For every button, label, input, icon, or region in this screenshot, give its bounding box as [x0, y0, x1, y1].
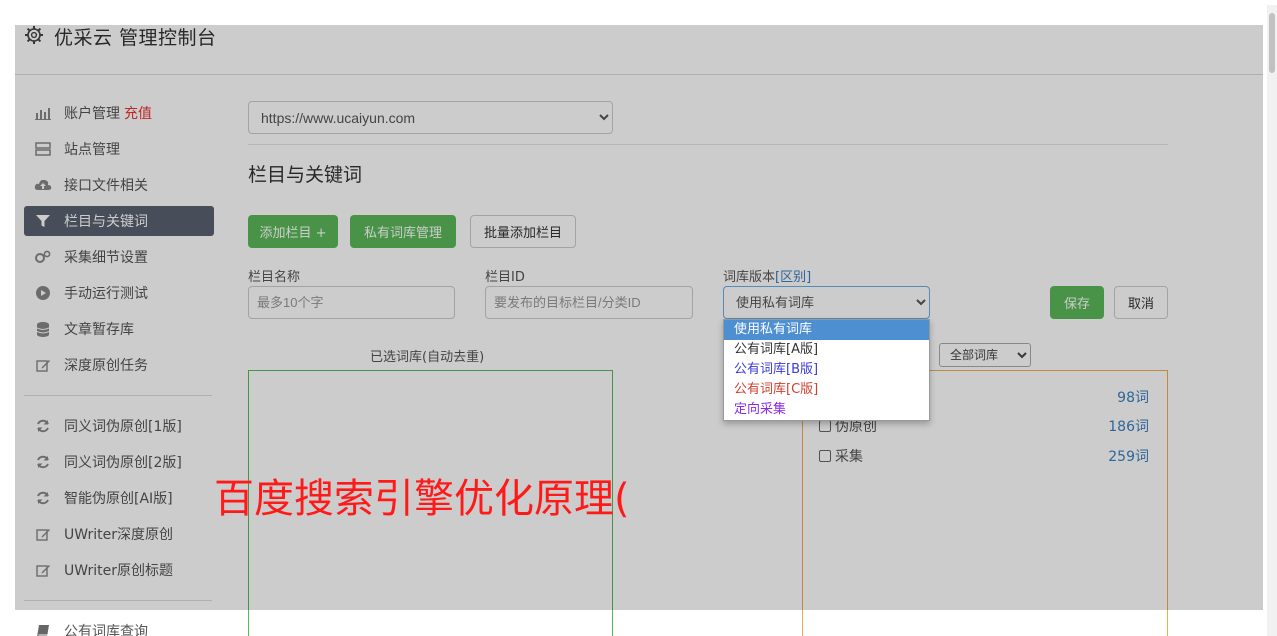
sidebar-item-article-store[interactable]: 文章暂存库 [24, 311, 214, 347]
version-option-directed[interactable]: 定向采集 [724, 400, 929, 420]
refresh-icon [34, 453, 52, 471]
add-column-button[interactable]: 添加栏目 + [248, 215, 338, 248]
version-option-c[interactable]: 公有词库[C版] [724, 380, 929, 400]
sidebar-item-manual-run[interactable]: 手动运行测试 [24, 275, 214, 311]
column-name-label: 栏目名称 [248, 270, 301, 285]
version-select[interactable]: 使用私有词库 [723, 286, 930, 319]
edit-icon [34, 356, 52, 374]
sidebar-item-uwriter-title[interactable]: UWriter原创标题 [24, 552, 214, 588]
book-icon [34, 622, 52, 636]
version-option-b[interactable]: 公有词库[B版] [724, 360, 929, 380]
column-name-input[interactable] [248, 286, 455, 319]
sidebar-item-label: 站点管理 [64, 142, 120, 158]
sidebar-item-collect-settings[interactable]: 采集细节设置 [24, 239, 214, 275]
sidebar-item-label: 手动运行测试 [64, 286, 148, 302]
version-dropdown-list[interactable]: 使用私有词库 公有词库[A版] 公有词库[B版] 公有词库[C版] 定向采集 [723, 319, 930, 421]
recharge-link[interactable]: 充值 [124, 103, 152, 123]
column-id-input[interactable] [485, 286, 693, 319]
console-panel: 优采云 管理控制台 账户管理 充值 站点管理 接口文件相关 栏目与关键词 采集细… [15, 5, 1263, 636]
sidebar-item-columns[interactable]: 栏目与关键词 [24, 206, 214, 236]
scrollbar-thumb[interactable] [1269, 13, 1275, 73]
lib-count: 98词 [1117, 390, 1149, 406]
server-icon [34, 140, 52, 158]
site-select[interactable]: https://www.ucaiyun.com [248, 101, 613, 134]
scrollbar[interactable] [1267, 5, 1277, 636]
sidebar-divider [24, 395, 212, 396]
sidebar-item-synonym-v2[interactable]: 同义词伪原创[2版] [24, 444, 214, 480]
version-label: 词库版本[区别] [723, 266, 811, 285]
sidebar-item-label: 账户管理 [64, 106, 120, 122]
section-title: 栏目与关键词 [248, 164, 363, 186]
sidebar-item-label: 同义词伪原创[1版] [64, 419, 182, 435]
refresh-icon [34, 417, 52, 435]
sidebar-item-label: 深度原创任务 [64, 358, 148, 374]
version-diff-link[interactable]: [区别] [775, 270, 811, 285]
batch-add-button[interactable]: 批量添加栏目 [470, 215, 576, 248]
save-button[interactable]: 保存 [1050, 286, 1104, 319]
version-option-a[interactable]: 公有词库[A版] [724, 340, 929, 360]
bar-chart-icon [34, 104, 52, 122]
sidebar-item-ai-rewrite[interactable]: 智能伪原创[AI版] [24, 480, 214, 516]
sidebar-item-sites[interactable]: 站点管理 [24, 131, 214, 167]
cancel-button[interactable]: 取消 [1114, 286, 1168, 319]
sidebar-divider [24, 600, 212, 601]
version-option-private[interactable]: 使用私有词库 [724, 320, 929, 340]
version-label-text: 词库版本 [723, 270, 776, 285]
sidebar-item-label: UWriter原创标题 [64, 563, 173, 579]
lib-filter-select[interactable]: 全部词库 [939, 343, 1031, 367]
refresh-icon [34, 489, 52, 507]
sidebar-item-label: 同义词伪原创[2版] [64, 455, 182, 471]
sidebar-item-account[interactable]: 账户管理 充值 [24, 95, 214, 131]
sidebar-item-label: 栏目与关键词 [64, 214, 148, 230]
sidebar-item-label: 公有词库查询 [64, 624, 148, 636]
cogs-icon [34, 248, 52, 266]
column-id-label: 栏目ID [485, 270, 525, 285]
lib-count: 259词 [1108, 449, 1149, 465]
lib-name: 采集 [835, 449, 863, 465]
sidebar: 账户管理 充值 站点管理 接口文件相关 栏目与关键词 采集细节设置 手动运行测试… [24, 95, 214, 636]
sidebar-item-uwriter-deep[interactable]: UWriter深度原创 [24, 516, 214, 552]
lib-count: 186词 [1108, 419, 1149, 435]
cloud-upload-icon [34, 176, 52, 194]
app-root: 优采云 管理控制台 账户管理 充值 站点管理 接口文件相关 栏目与关键词 采集细… [0, 0, 1277, 636]
edit-icon [34, 525, 52, 543]
sidebar-item-label: 文章暂存库 [64, 322, 134, 338]
gear-icon [24, 25, 44, 45]
selected-libs-heading: 已选词库(自动去重) [370, 350, 485, 365]
sidebar-item-public-lib[interactable]: 公有词库查询 [24, 613, 214, 636]
sidebar-item-interface[interactable]: 接口文件相关 [24, 167, 214, 203]
lib-checkbox[interactable] [819, 450, 831, 462]
sidebar-item-label: 采集细节设置 [64, 250, 148, 266]
play-circle-icon [34, 284, 52, 302]
lib-row[interactable]: 采集 259词 [819, 446, 1149, 466]
edit-icon [34, 561, 52, 579]
sidebar-item-label: 接口文件相关 [64, 178, 148, 194]
lib-checkbox[interactable] [819, 420, 831, 432]
top-bar: 优采云 管理控制台 [15, 5, 1263, 75]
sidebar-item-deep-original[interactable]: 深度原创任务 [24, 347, 214, 383]
filter-icon [34, 212, 52, 230]
divider [248, 144, 1168, 145]
sidebar-item-label: 智能伪原创[AI版] [64, 491, 173, 507]
database-icon [34, 320, 52, 338]
private-lib-button[interactable]: 私有词库管理 [350, 215, 456, 248]
sidebar-item-label: UWriter深度原创 [64, 527, 173, 543]
sidebar-item-synonym-v1[interactable]: 同义词伪原创[1版] [24, 408, 214, 444]
overlay-caption: 百度搜索引擎优化原理( [214, 476, 630, 522]
app-title: 优采云 管理控制台 [54, 27, 217, 49]
